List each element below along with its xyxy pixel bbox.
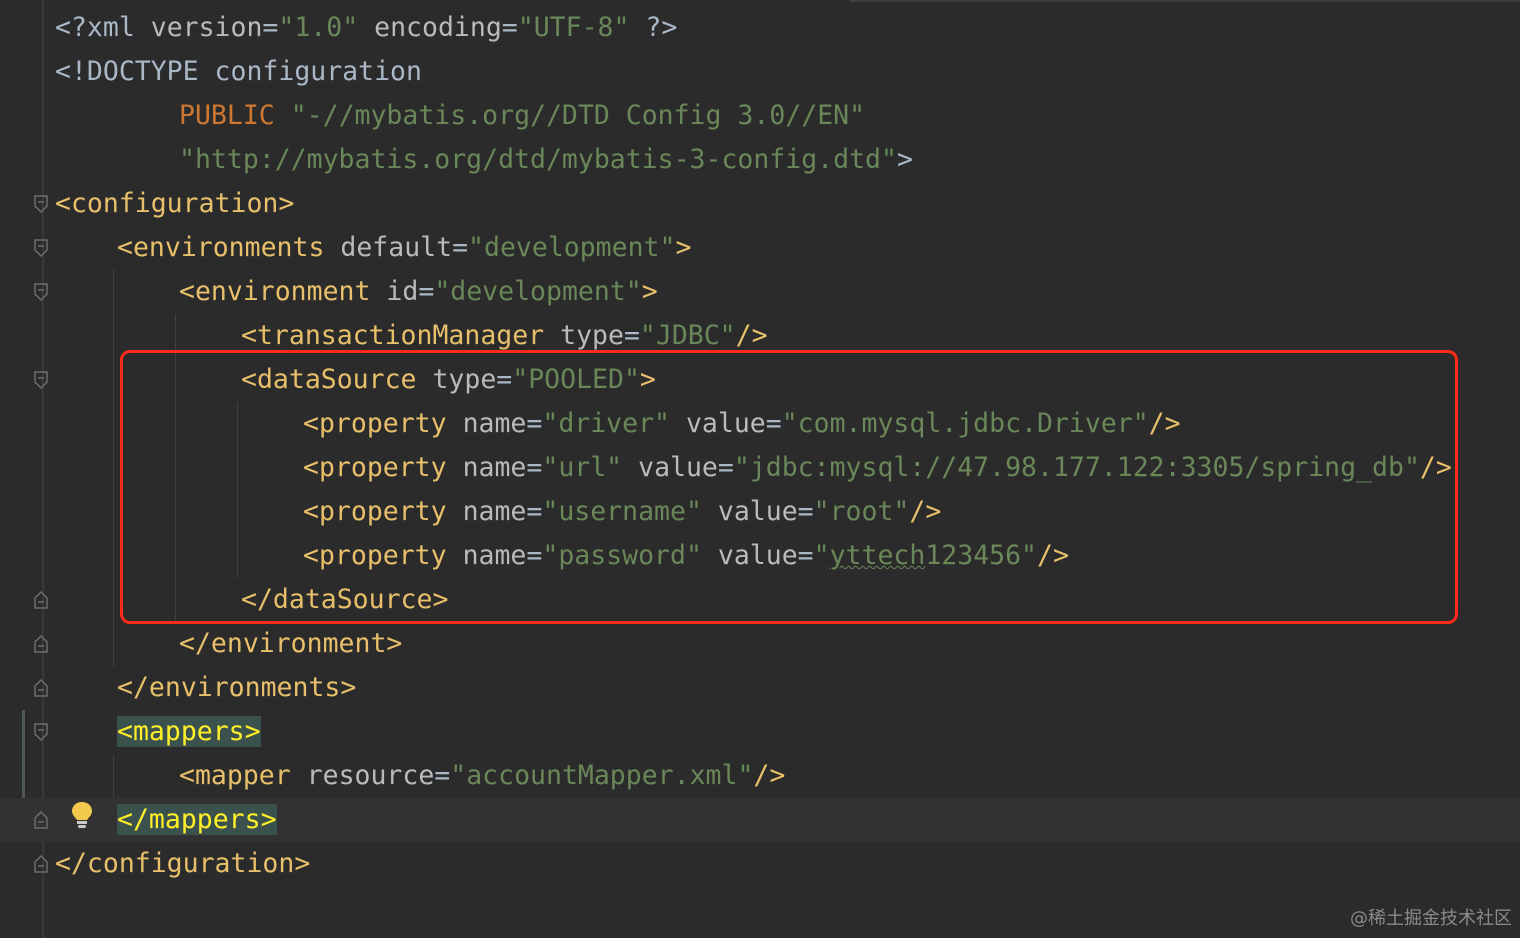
token-val: "accountMapper.xml": [450, 760, 754, 791]
fold-toggle-icon[interactable]: [34, 283, 48, 301]
code-text: <mappers>: [117, 710, 261, 754]
code-line[interactable]: "http://mybatis.org/dtd/mybatis-3-config…: [0, 138, 1520, 182]
token-val: "development": [468, 232, 676, 263]
token-tag: </environments>: [117, 672, 357, 703]
code-line[interactable]: <configuration>: [0, 182, 1520, 226]
fold-toggle-icon[interactable]: [34, 591, 48, 609]
token-val: "-//mybatis.org//DTD Config 3.0//EN": [290, 100, 866, 131]
code-text: PUBLIC "-//mybatis.org//DTD Config 3.0//…: [179, 94, 865, 138]
watermark: @稀土掘金技术社区: [1350, 908, 1512, 929]
fold-toggle-icon[interactable]: [34, 811, 48, 829]
token-tag: <transactionManager: [241, 320, 545, 351]
fold-toggle-icon[interactable]: [34, 195, 48, 213]
code-editor[interactable]: <?xml version="1.0" encoding="UTF-8" ?> <…: [0, 0, 1520, 938]
token-attr: id: [386, 276, 419, 307]
token-plain: ?>: [629, 12, 678, 43]
code-text: </mappers>: [117, 798, 277, 842]
token-val: "development": [434, 276, 642, 307]
token-val: "JDBC": [639, 320, 736, 351]
fold-toggle-icon[interactable]: [34, 679, 48, 697]
editor-top-divider: [850, 0, 1520, 2]
code-text: "http://mybatis.org/dtd/mybatis-3-config…: [179, 138, 913, 182]
code-line[interactable]: </environment>: [0, 622, 1520, 666]
code-text: </environments>: [117, 666, 356, 710]
token-kw: PUBLIC: [179, 100, 275, 131]
token-tag: >: [641, 276, 658, 307]
token-plain: <?xml: [55, 12, 151, 43]
annotation-highlight-box: [120, 350, 1458, 624]
code-text: </configuration>: [55, 842, 310, 886]
token-tag: <mapper: [179, 760, 291, 791]
code-line[interactable]: PUBLIC "-//mybatis.org//DTD Config 3.0//…: [0, 94, 1520, 138]
code-line[interactable]: <?xml version="1.0" encoding="UTF-8" ?>: [0, 6, 1520, 50]
token-hl: </mappers>: [117, 804, 277, 835]
code-line[interactable]: <!DOCTYPE configuration: [0, 50, 1520, 94]
token-attr: resource: [306, 760, 435, 791]
token-eq: =: [623, 320, 640, 351]
code-text: <!DOCTYPE configuration: [55, 50, 422, 94]
token-plain: >: [896, 144, 913, 175]
fold-toggle-icon[interactable]: [34, 723, 48, 741]
fold-toggle-icon[interactable]: [34, 855, 48, 873]
token-tag: >: [675, 232, 692, 263]
token-eq: =: [501, 12, 518, 43]
code-text: <?xml version="1.0" encoding="UTF-8" ?>: [55, 6, 677, 50]
token-tag: </environment>: [179, 628, 403, 659]
token-attr: version: [150, 12, 263, 43]
token-plain: <!DOCTYPE configuration: [55, 56, 422, 87]
token-tag: <environment: [179, 276, 371, 307]
fold-toggle-icon[interactable]: [34, 371, 48, 389]
lightbulb-icon[interactable]: [70, 800, 94, 832]
code-text: <mapper resource="accountMapper.xml"/>: [179, 754, 785, 798]
token-tag: <configuration>: [55, 188, 295, 219]
token-eq: =: [452, 232, 469, 263]
code-line[interactable]: </configuration>: [0, 842, 1520, 886]
code-text: <configuration>: [55, 182, 294, 226]
code-text: </environment>: [179, 622, 402, 666]
token-attr: default: [340, 232, 453, 263]
token-attr: type: [560, 320, 624, 351]
code-line[interactable]: <environment id="development">: [0, 270, 1520, 314]
token-tag: <environments: [117, 232, 325, 263]
code-line[interactable]: </mappers>: [0, 798, 1520, 842]
token-eq: =: [434, 760, 451, 791]
token-val: "UTF-8": [517, 12, 630, 43]
fold-toggle-icon[interactable]: [34, 239, 48, 257]
code-line[interactable]: <environments default="development">: [0, 226, 1520, 270]
code-text: <environment id="development">: [179, 270, 658, 314]
token-attr: encoding: [374, 12, 502, 43]
token-tag: </configuration>: [55, 848, 311, 879]
code-line[interactable]: </environments>: [0, 666, 1520, 710]
token-hl: <mappers>: [117, 716, 261, 747]
code-line[interactable]: <mappers>: [0, 710, 1520, 754]
token-tag: />: [735, 320, 768, 351]
token-eq: =: [418, 276, 435, 307]
code-line[interactable]: <mapper resource="accountMapper.xml"/>: [0, 754, 1520, 798]
token-val: "http://mybatis.org/dtd/mybatis-3-config…: [179, 144, 897, 175]
token-tag: />: [753, 760, 786, 791]
code-text: <environments default="development">: [117, 226, 691, 270]
fold-toggle-icon[interactable]: [34, 635, 48, 653]
token-eq: =: [262, 12, 279, 43]
token-val: "1.0": [278, 12, 359, 43]
